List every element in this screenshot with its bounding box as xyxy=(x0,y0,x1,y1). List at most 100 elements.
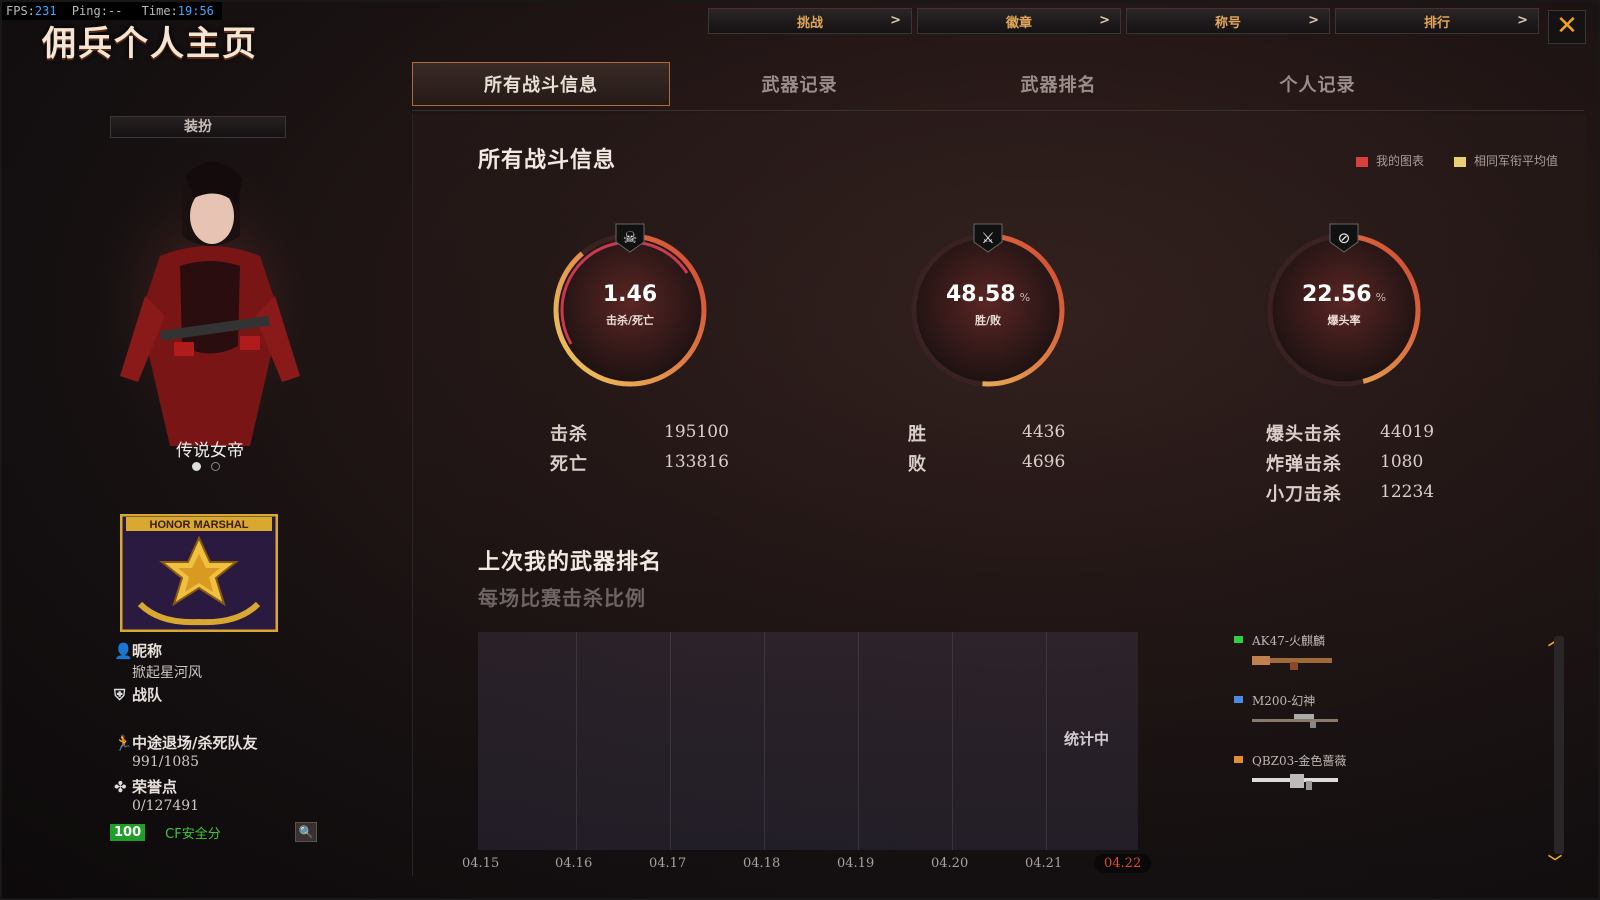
headshot-label: 爆头率 xyxy=(1327,314,1361,327)
outfit-button[interactable]: 装扮 xyxy=(110,116,286,138)
losses-label: 败 xyxy=(908,454,927,475)
carousel-dot[interactable] xyxy=(192,462,201,471)
chevron-right-icon: > xyxy=(1308,13,1319,28)
tab-weapon-records[interactable]: 武器记录 xyxy=(670,62,929,106)
x-tick[interactable]: 04.17 xyxy=(649,856,686,871)
rifle-icon xyxy=(1252,774,1338,790)
headshot-kills-label: 爆头击杀 xyxy=(1266,424,1342,445)
quit-teamkill-label: 🏃中途退场/杀死队友 xyxy=(114,734,258,752)
laurel-icon: ✤ xyxy=(114,778,127,796)
knife-kills-value: 12234 xyxy=(1380,482,1435,502)
legend-swatch xyxy=(1234,696,1243,703)
bomb-kills-value: 1080 xyxy=(1380,452,1424,472)
x-tick[interactable]: 04.18 xyxy=(743,856,780,871)
kill-ratio-chart xyxy=(478,632,1138,850)
carousel-dot[interactable] xyxy=(211,462,220,471)
main-tabs: 所有战斗信息 武器记录 武器排名 个人记录 xyxy=(412,62,1447,106)
winrate-value: 48.58% xyxy=(945,282,1031,307)
chevron-right-icon: > xyxy=(890,13,901,28)
nickname-label: 👤昵称 xyxy=(114,642,163,660)
ak47-icon xyxy=(1252,656,1332,670)
rank-badge: HONOR MARSHAL xyxy=(120,514,278,632)
character-name: 传说女帝 xyxy=(176,441,244,461)
page-title: 佣兵个人主页 xyxy=(42,24,258,64)
grid-line xyxy=(952,632,953,850)
profile-sidebar: 装扮 传说女帝 HONOR MARSHAL 👤昵称 掀起星河风 ⛨ 战队 🏃中途… xyxy=(10,106,398,876)
shield-icon: ⛨ xyxy=(114,686,126,704)
security-score-value: 100 xyxy=(110,823,146,841)
losses-value: 4696 xyxy=(1022,452,1066,472)
wins-label: 胜 xyxy=(908,424,927,445)
gauge-headshot: ⊘ 22.56% 爆头率 xyxy=(1264,214,1424,394)
weapon-name: M200-幻神 xyxy=(1252,694,1316,708)
character-portrait[interactable] xyxy=(90,146,330,446)
legend-swatch xyxy=(1355,156,1368,167)
x-tick[interactable]: 04.16 xyxy=(555,856,592,871)
honor-points-value: 0/127491 xyxy=(132,798,200,814)
bomb-kills-label: 炸弹击杀 xyxy=(1266,454,1342,475)
crossed-guns-icon: ⚔ xyxy=(981,229,994,247)
grid-line xyxy=(764,632,765,850)
weapon-rank-subtitle: 每场比赛击杀比例 xyxy=(478,586,646,610)
crosshair-icon: ⊘ xyxy=(1338,229,1351,247)
grid-line xyxy=(1046,632,1047,850)
legend-average[interactable]: 相同军衔平均值 xyxy=(1453,152,1558,169)
top-nav: 挑战 > 徽章 > 称号 > 排行 > xyxy=(708,8,1539,34)
nav-challenge-button[interactable]: 挑战 > xyxy=(708,8,912,34)
sniper-rifle-icon xyxy=(1252,714,1338,728)
legend-swatch xyxy=(1453,156,1466,167)
wins-value: 4436 xyxy=(1022,422,1066,442)
grid-line xyxy=(858,632,859,850)
deaths-label: 死亡 xyxy=(550,454,588,475)
x-tick[interactable]: 04.21 xyxy=(1025,856,1062,871)
kills-value: 195100 xyxy=(664,422,729,442)
legend-swatch xyxy=(1234,756,1243,763)
running-figure-icon: 🏃 xyxy=(114,734,133,752)
x-tick-selected[interactable]: 04.22 xyxy=(1094,854,1152,873)
nav-title-button[interactable]: 称号 > xyxy=(1126,8,1330,34)
x-tick[interactable]: 04.19 xyxy=(837,856,874,871)
close-icon[interactable]: ✕ xyxy=(1548,10,1586,44)
security-score: 100 CF安全分 🔍 xyxy=(110,822,318,842)
tab-all-battle-info[interactable]: 所有战斗信息 xyxy=(412,62,670,106)
deaths-value: 133816 xyxy=(664,452,729,472)
nav-ranking-button[interactable]: 排行 > xyxy=(1335,8,1539,34)
badge-text: HONOR MARSHAL xyxy=(150,519,249,531)
headshot-value: 22.56% xyxy=(1301,282,1387,307)
section-title: 所有战斗信息 xyxy=(478,148,617,173)
nav-badge-button[interactable]: 徽章 > xyxy=(917,8,1121,34)
gauge-winrate: ⚔ 48.58% 胜/败 xyxy=(908,214,1068,394)
chevron-right-icon: > xyxy=(1517,13,1528,28)
kd-value: 1.46 xyxy=(602,282,658,307)
chevron-right-icon: > xyxy=(1099,13,1110,28)
security-score-label: CF安全分 xyxy=(165,826,221,842)
tab-weapon-ranking[interactable]: 武器排名 xyxy=(929,62,1188,106)
weapon-name: QBZ03-金色蔷薇 xyxy=(1252,754,1347,768)
skull-icon: ☠ xyxy=(623,228,637,247)
weapon-list-scrollbar[interactable] xyxy=(1554,636,1564,854)
search-icon[interactable]: 🔍 xyxy=(295,822,318,842)
user-icon: 👤 xyxy=(114,642,133,660)
chart-pending-text: 统计中 xyxy=(1064,730,1110,748)
headshot-kills-value: 44019 xyxy=(1380,422,1435,442)
honor-points-label: ✤ 荣誉点 xyxy=(114,778,178,796)
legend-swatch xyxy=(1234,636,1243,643)
winrate-label: 胜/败 xyxy=(974,314,1002,327)
grid-line xyxy=(670,632,671,850)
scroll-down-icon[interactable]: ﹀ xyxy=(1548,852,1562,872)
chart-legend: 我的图表 相同军衔平均值 xyxy=(1355,152,1558,169)
weapon-name: AK47-火麒麟 xyxy=(1252,634,1325,648)
weapon-rank-title: 上次我的武器排名 xyxy=(478,550,663,575)
x-tick[interactable]: 04.15 xyxy=(462,856,499,871)
tab-personal-records[interactable]: 个人记录 xyxy=(1188,62,1447,106)
x-tick[interactable]: 04.20 xyxy=(931,856,968,871)
quit-teamkill-value: 991/1085 xyxy=(132,754,200,770)
tab-divider xyxy=(412,110,1584,111)
clan-label: ⛨ 战队 xyxy=(114,686,163,704)
gauge-kd: ☠ 1.46 击杀/死亡 xyxy=(550,214,710,394)
grid-line xyxy=(576,632,577,850)
legend-mine[interactable]: 我的图表 xyxy=(1355,152,1424,169)
knife-kills-label: 小刀击杀 xyxy=(1266,484,1342,505)
kd-label: 击杀/死亡 xyxy=(605,314,655,327)
carousel-dots xyxy=(192,462,220,471)
